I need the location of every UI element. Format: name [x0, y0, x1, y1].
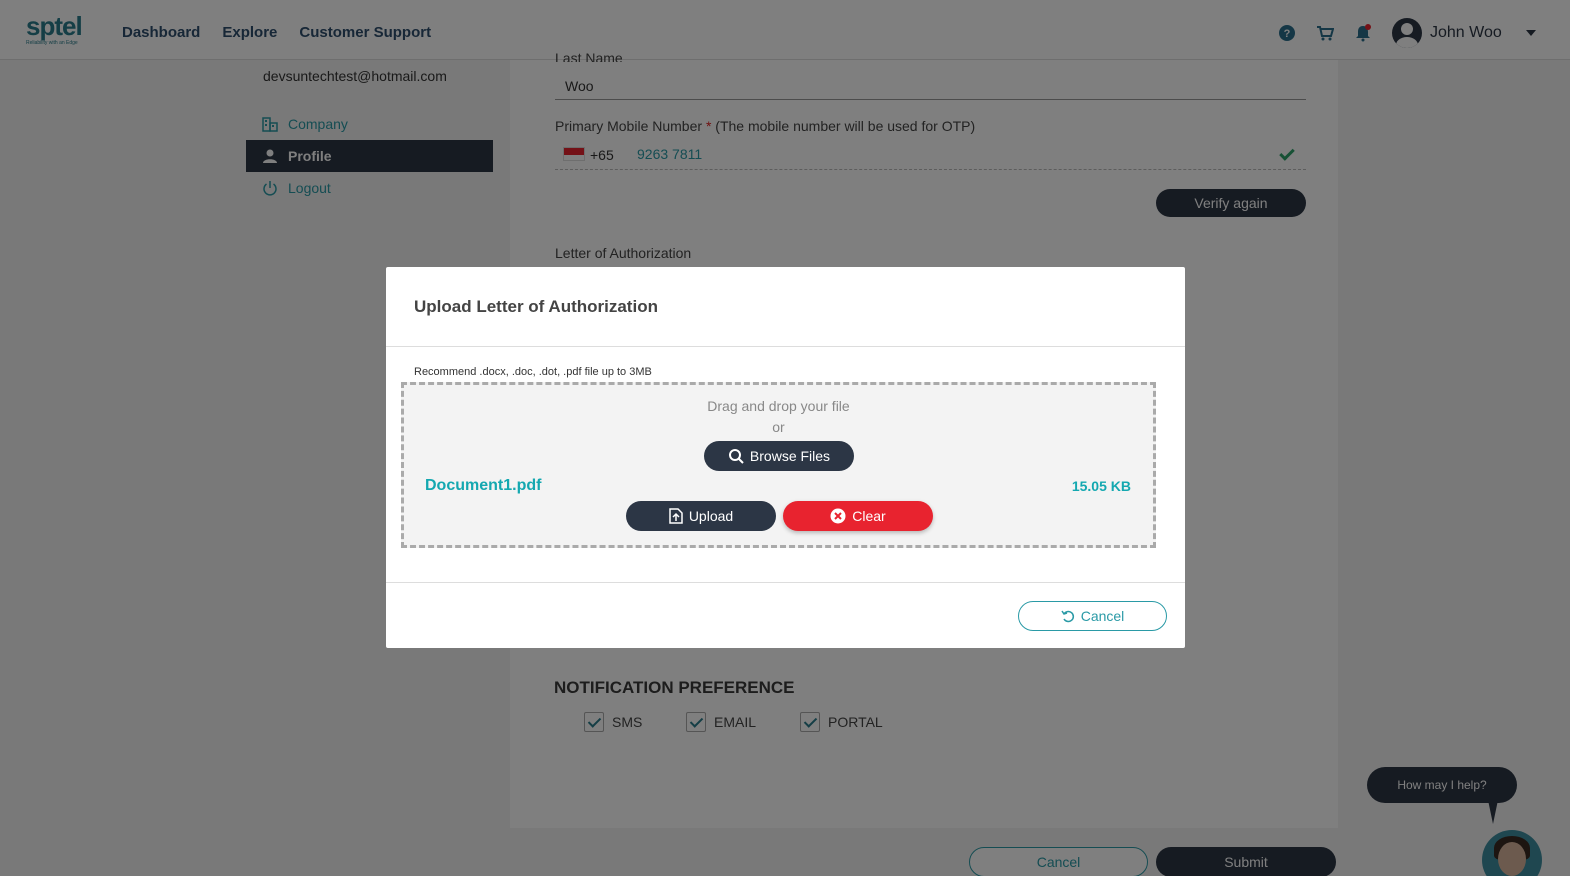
clear-button[interactable]: Clear [783, 501, 933, 531]
modal-cancel-button[interactable]: Cancel [1018, 601, 1167, 631]
upload-loa-modal: Upload Letter of Authorization Recommend… [386, 267, 1185, 648]
browse-files-button[interactable]: Browse Files [704, 441, 854, 471]
browse-files-label: Browse Files [749, 448, 831, 464]
drag-drop-text: Drag and drop your file [707, 398, 850, 414]
modal-footer-divider [386, 582, 1185, 583]
file-type-hint: Recommend .docx, .doc, .dot, .pdf file u… [414, 366, 652, 378]
search-icon [728, 448, 744, 464]
selected-file-name: Document1.pdf [425, 477, 542, 494]
undo-icon [1061, 609, 1075, 623]
or-text: or [772, 419, 785, 435]
upload-file-icon [669, 508, 683, 524]
close-circle-icon [830, 508, 846, 524]
modal-title: Upload Letter of Authorization [414, 297, 658, 316]
file-dropzone[interactable]: Drag and drop your file or Browse Files … [401, 382, 1156, 548]
modal-divider [386, 346, 1185, 347]
upload-button[interactable]: Upload [626, 501, 776, 531]
selected-file-size: 15.05 KB [1071, 478, 1131, 494]
modal-cancel-label: Cancel [1080, 608, 1125, 624]
upload-label: Upload [688, 508, 734, 524]
clear-label: Clear [852, 508, 886, 524]
